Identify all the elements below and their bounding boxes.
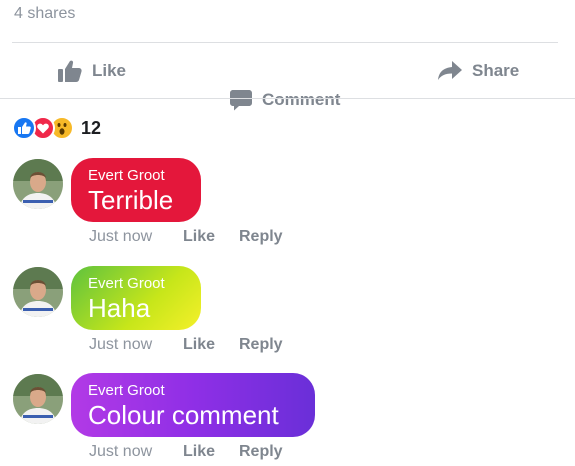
comment-button[interactable]: Comment (230, 50, 575, 150)
comment-text: Terrible (88, 185, 174, 215)
avatar[interactable] (13, 267, 63, 317)
comment-actions: Just now Like Reply (89, 336, 283, 354)
comment-item: Evert Groot Colour comment Just now Like… (0, 373, 575, 466)
like-label: Like (92, 61, 127, 80)
comment-like-link[interactable]: Like (183, 443, 239, 461)
comment-timestamp[interactable]: Just now (89, 228, 183, 246)
reactions-summary[interactable]: 12 (12, 115, 101, 141)
comment-author[interactable]: Evert Groot (88, 167, 184, 185)
comment-reply-link[interactable]: Reply (239, 336, 283, 354)
comment-timestamp[interactable]: Just now (89, 336, 183, 354)
share-button[interactable]: Share (438, 50, 519, 92)
comment-like-link[interactable]: Like (183, 336, 239, 354)
like-reaction-icon (12, 116, 36, 140)
comment-item: Evert Groot Terrible Just now Like Reply (0, 158, 575, 258)
comment-timestamp[interactable]: Just now (89, 443, 183, 461)
shares-count[interactable]: 4 shares (14, 5, 75, 23)
comment-text: Haha (88, 293, 151, 323)
avatar[interactable] (13, 374, 63, 424)
comment-text: Colour comment (88, 400, 279, 430)
comment-label: Comment (262, 90, 341, 109)
avatar[interactable] (13, 159, 63, 209)
like-button[interactable]: Like (58, 50, 126, 92)
post-footer: 4 shares Like Comment Share 12 Evert Gro… (0, 0, 575, 466)
share-arrow-icon (438, 61, 462, 81)
comment-author[interactable]: Evert Groot (88, 275, 184, 293)
comment-bubble[interactable]: Evert Groot Haha (71, 266, 201, 330)
comment-author[interactable]: Evert Groot (88, 382, 298, 400)
comment-bubble[interactable]: Evert Groot Terrible (71, 158, 201, 222)
comment-actions: Just now Like Reply (89, 228, 283, 246)
comment-item: Evert Groot Haha Just now Like Reply (0, 266, 575, 366)
divider (12, 42, 558, 43)
comment-like-link[interactable]: Like (183, 228, 239, 246)
comment-reply-link[interactable]: Reply (239, 443, 283, 461)
comment-reply-link[interactable]: Reply (239, 228, 283, 246)
comment-bubble[interactable]: Evert Groot Colour comment (71, 373, 315, 437)
divider (0, 98, 575, 99)
reaction-count: 12 (81, 117, 102, 138)
comment-actions: Just now Like Reply (89, 443, 283, 461)
share-label: Share (472, 61, 520, 80)
thumbs-up-icon (58, 60, 82, 82)
speech-bubble-icon (230, 89, 252, 111)
action-bar: Like Comment Share (0, 50, 575, 111)
